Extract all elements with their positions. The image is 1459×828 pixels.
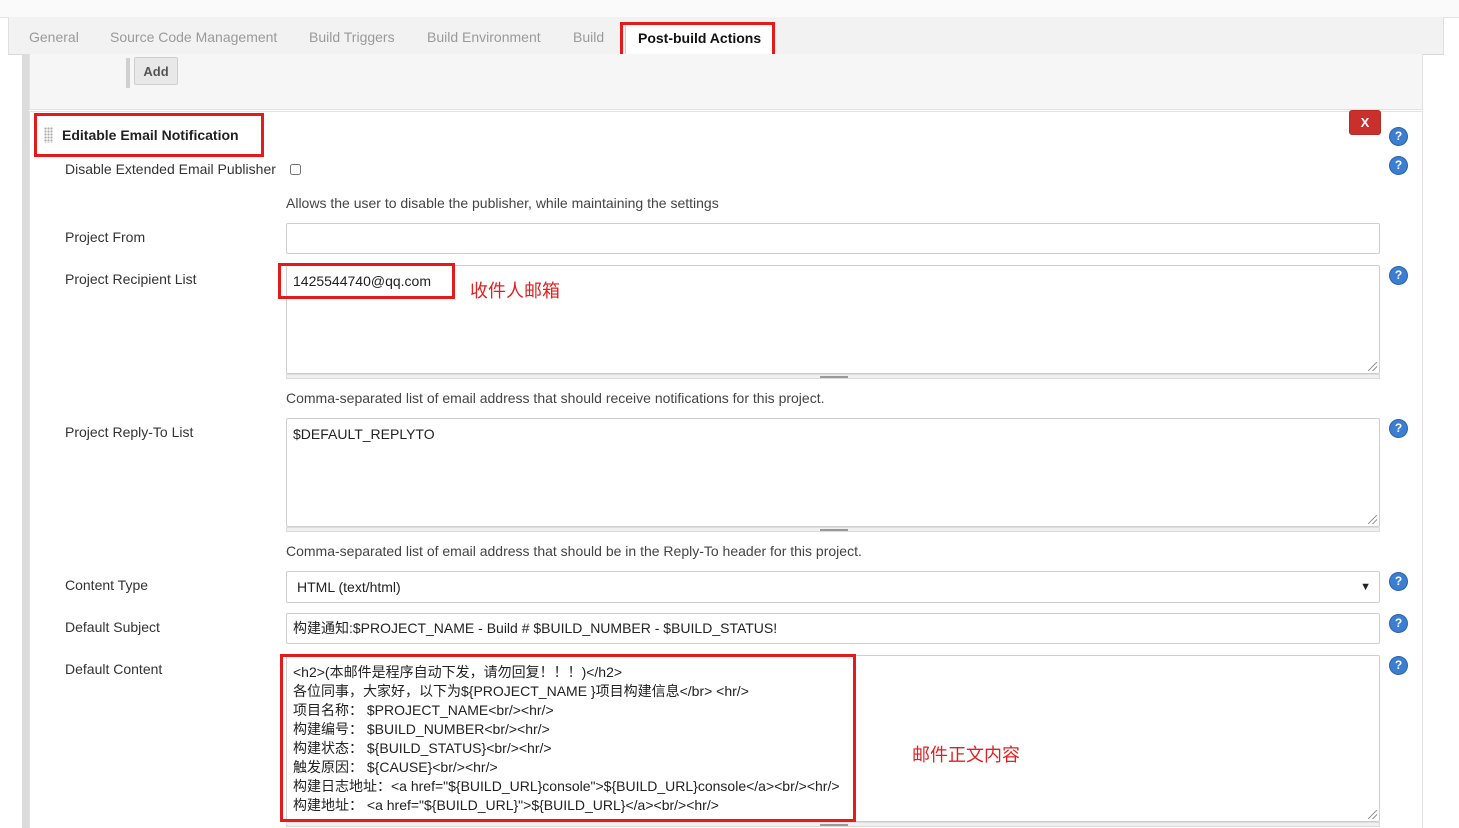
- tab-general[interactable]: General: [29, 29, 79, 45]
- splitter-grip-icon: [820, 529, 848, 531]
- content-line: 构建日志地址：<a href="${BUILD_URL}console">${B…: [293, 778, 840, 794]
- config-tab-bar: General Source Code Management Build Tri…: [8, 17, 1444, 55]
- reply-to-textarea[interactable]: $DEFAULT_REPLYTO: [286, 418, 1380, 527]
- recipient-list-label: Project Recipient List: [65, 271, 197, 287]
- disable-publisher-checkbox[interactable]: [290, 164, 301, 175]
- help-icon[interactable]: ?: [1390, 657, 1407, 674]
- help-icon[interactable]: ?: [1390, 128, 1407, 145]
- disable-publisher-label: Disable Extended Email Publisher: [65, 161, 276, 177]
- recipient-splitter[interactable]: [286, 374, 1380, 379]
- resize-handle-icon[interactable]: [1368, 810, 1377, 819]
- section-title: Editable Email Notification: [62, 127, 239, 143]
- annotation-content: 邮件正文内容: [912, 745, 1020, 766]
- disable-publisher-hint: Allows the user to disable the publisher…: [286, 195, 719, 211]
- tab-build-triggers[interactable]: Build Triggers: [309, 29, 395, 45]
- content-line: 触发原因： ${CAUSE}<br/><hr/>: [293, 759, 498, 775]
- help-icon[interactable]: ?: [1390, 573, 1407, 590]
- reply-to-value: $DEFAULT_REPLYTO: [293, 426, 435, 442]
- content-type-label: Content Type: [65, 577, 149, 593]
- project-from-label: Project From: [65, 229, 146, 245]
- content-type-value: HTML (text/html): [297, 579, 401, 595]
- recipient-list-hint: Comma-separated list of email address th…: [286, 390, 825, 406]
- top-strip: [0, 0, 1459, 18]
- content-line: 构建地址： <a href="${BUILD_URL}">${BUILD_URL…: [293, 797, 719, 813]
- drag-handle-icon[interactable]: [44, 127, 53, 143]
- content-type-select[interactable]: HTML (text/html) ▼: [286, 571, 1380, 603]
- resize-handle-icon[interactable]: [1368, 515, 1377, 524]
- tab-build[interactable]: Build: [573, 29, 604, 45]
- annotation-recipient: 收件人邮箱: [470, 281, 560, 302]
- content-line: 构建编号： $BUILD_NUMBER<br/><hr/>: [293, 721, 550, 737]
- reply-to-label: Project Reply-To List: [65, 424, 194, 440]
- resize-handle-icon[interactable]: [1368, 362, 1377, 371]
- content-splitter[interactable]: [286, 822, 1380, 827]
- tab-build-environment[interactable]: Build Environment: [427, 29, 541, 45]
- content-line: 各位同事，大家好，以下为${PROJECT_NAME }项目构建信息</br> …: [293, 683, 749, 699]
- content-line: 项目名称： $PROJECT_NAME<br/><hr/>: [293, 702, 554, 718]
- section-rail: [22, 54, 29, 828]
- recipient-list-value: 1425544740@qq.com: [293, 273, 431, 289]
- content-line: <h2>(本邮件是程序自动下发，请勿回复！！！)</h2>: [293, 664, 623, 680]
- help-icon[interactable]: ?: [1390, 420, 1407, 437]
- help-icon[interactable]: ?: [1390, 615, 1407, 632]
- splitter-grip-icon: [820, 376, 848, 378]
- help-icon[interactable]: ?: [1390, 157, 1407, 174]
- default-content-label: Default Content: [65, 661, 163, 677]
- default-subject-input[interactable]: 构建通知:$PROJECT_NAME - Build # $BUILD_NUMB…: [286, 613, 1380, 644]
- delete-section-button[interactable]: X: [1349, 110, 1381, 135]
- default-subject-label: Default Subject: [65, 619, 160, 635]
- content-line: 构建状态： ${BUILD_STATUS}<br/><hr/>: [293, 740, 552, 756]
- splitter-grip-icon: [820, 824, 848, 826]
- tab-post-build-actions[interactable]: Post-build Actions: [625, 23, 775, 55]
- add-button[interactable]: Add: [134, 57, 178, 85]
- add-divider: [126, 58, 130, 88]
- help-icon[interactable]: ?: [1390, 267, 1407, 284]
- reply-to-splitter[interactable]: [286, 527, 1380, 532]
- reply-to-hint: Comma-separated list of email address th…: [286, 543, 862, 559]
- recipient-list-textarea[interactable]: 1425544740@qq.com: [286, 265, 1380, 374]
- project-from-input[interactable]: [286, 223, 1380, 254]
- chevron-down-icon: ▼: [1360, 581, 1371, 593]
- add-panel: [29, 54, 1423, 110]
- tab-source-code-management[interactable]: Source Code Management: [110, 29, 277, 45]
- default-content-textarea[interactable]: <h2>(本邮件是程序自动下发，请勿回复！！！)</h2> 各位同事，大家好，以…: [286, 655, 1380, 822]
